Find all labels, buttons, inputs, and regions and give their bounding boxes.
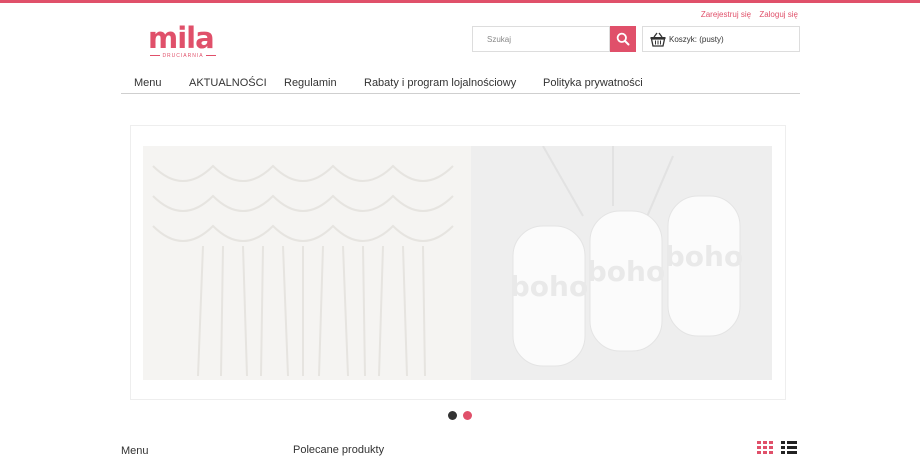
slide-image: boho boho boho	[143, 146, 772, 380]
search-input[interactable]: Szukaj	[472, 26, 610, 52]
search-button[interactable]	[610, 26, 636, 52]
logo-subtext: DRUCIARNIA	[148, 53, 218, 59]
top-accent-bar	[0, 0, 920, 3]
nav-item-news[interactable]: AKTUALNOŚCI	[189, 77, 267, 89]
register-link[interactable]: Zarejestruj się	[701, 10, 751, 19]
spool-label: boho	[510, 270, 588, 303]
nav-item-discounts[interactable]: Rabaty i program lojalnościowy	[364, 77, 516, 89]
logo-text: mila	[148, 21, 215, 55]
featured-title: Polecane produkty	[293, 444, 385, 456]
slider-dot-1[interactable]	[448, 411, 457, 420]
nav-item-menu[interactable]: Menu	[134, 77, 162, 89]
logo[interactable]: mila DRUCIARNIA	[148, 24, 220, 62]
spool-label: boho	[587, 255, 665, 288]
login-link[interactable]: Zaloguj się	[759, 10, 798, 19]
auth-links: Zarejestruj się Zaloguj się	[695, 10, 798, 19]
cart-label: Koszyk: (pusty)	[669, 35, 724, 44]
slider-dot-2[interactable]	[463, 411, 472, 420]
list-view-icon[interactable]	[781, 441, 797, 454]
sidebar-title: Menu	[121, 445, 149, 457]
nav-item-terms[interactable]: Regulamin	[284, 77, 337, 89]
slide-illustration: bohoboho boho	[143, 146, 772, 380]
spool-label: boho	[665, 240, 743, 273]
hero-slider[interactable]: boho boho boho	[130, 125, 786, 400]
cart-button[interactable]: Koszyk: (pusty)	[642, 26, 800, 52]
basket-icon	[650, 32, 666, 47]
main-nav: Menu AKTUALNOŚCI Regulamin Rabaty i prog…	[121, 72, 800, 94]
search-icon	[616, 32, 630, 46]
nav-item-privacy[interactable]: Polityka prywatności	[543, 77, 643, 89]
grid-view-icon[interactable]	[757, 441, 773, 454]
